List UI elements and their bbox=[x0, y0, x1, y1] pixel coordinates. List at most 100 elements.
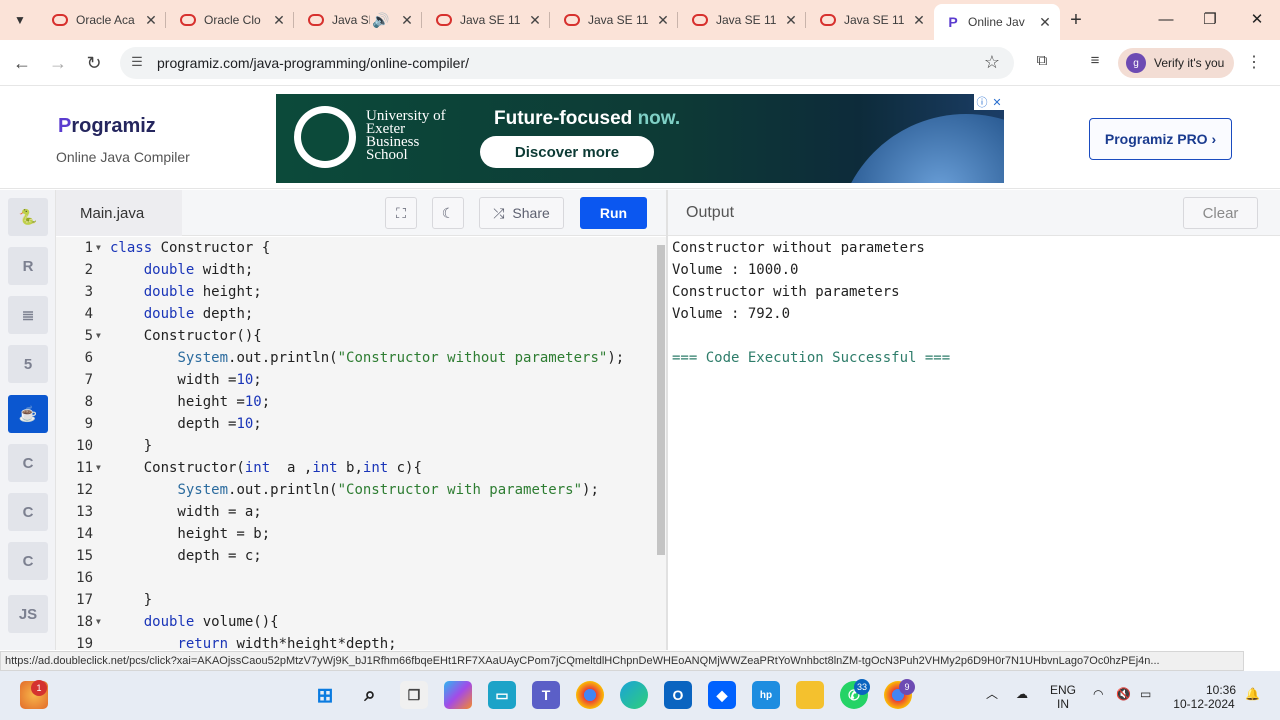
fold-arrow-icon[interactable]: ▼ bbox=[96, 457, 101, 479]
code-line[interactable]: 2 double width; bbox=[56, 259, 656, 281]
browser-tab[interactable]: Java SE 11 ✕ bbox=[808, 6, 934, 34]
code-line[interactable]: 15 depth = c; bbox=[56, 545, 656, 567]
javascript-icon[interactable]: JS bbox=[8, 595, 48, 633]
code-line[interactable]: 4 double depth; bbox=[56, 303, 656, 325]
code-line[interactable]: 5 ▼ Constructor(){ bbox=[56, 325, 656, 347]
code-editor[interactable]: 1 ▼ class Constructor { 2 double width; 3 … bbox=[56, 237, 667, 650]
fold-arrow-icon[interactable]: ▼ bbox=[96, 237, 101, 259]
speaker-muted-icon[interactable]: 🔇 bbox=[1116, 687, 1131, 701]
share-button[interactable]: ⤮ Share bbox=[479, 197, 564, 229]
programiz-logo[interactable]: Programiz bbox=[58, 115, 156, 138]
extensions-icon[interactable]: ⧉ bbox=[1031, 52, 1053, 74]
clock[interactable]: 10:36 10-12-2024 bbox=[1172, 683, 1236, 711]
code-line[interactable]: 14 height = b; bbox=[56, 523, 656, 545]
close-icon[interactable]: ✕ bbox=[398, 12, 416, 29]
media-control-icon[interactable]: ≡ bbox=[1084, 52, 1106, 74]
address-bar[interactable]: ☰ programiz.com/java-programming/online-… bbox=[120, 47, 1014, 79]
code-line[interactable]: 19 return width*height*depth; bbox=[56, 633, 656, 650]
close-icon[interactable]: ✕ bbox=[270, 12, 288, 29]
more-menu-icon[interactable]: ⋮ bbox=[1246, 52, 1262, 72]
python-icon[interactable]: 🐍 bbox=[8, 198, 48, 236]
cpp-language-icon[interactable]: C bbox=[8, 493, 48, 531]
verify-profile-button[interactable]: g Verify it's you bbox=[1118, 48, 1234, 78]
wifi-icon[interactable]: ◠ bbox=[1093, 687, 1103, 701]
close-icon[interactable]: ✕ bbox=[654, 12, 672, 29]
code-line[interactable]: 12 System.out.println("Constructor with … bbox=[56, 479, 656, 501]
windows-start-icon[interactable]: ⊞ bbox=[311, 681, 339, 709]
close-icon[interactable]: ✕ bbox=[910, 12, 928, 29]
window-close-icon[interactable]: ✕ bbox=[1245, 8, 1269, 32]
minimize-icon[interactable]: — bbox=[1154, 8, 1178, 32]
browser-tab[interactable]: Oracle Clo ✕ bbox=[168, 6, 294, 34]
code-line[interactable]: 10 } bbox=[56, 435, 656, 457]
outlook-icon[interactable]: O bbox=[664, 681, 692, 709]
code-line[interactable]: 11 ▼ Constructor(int a ,int b,int c){ bbox=[56, 457, 656, 479]
code-line[interactable]: 8 height =10; bbox=[56, 391, 656, 413]
language-indicator[interactable]: ENG IN bbox=[1050, 683, 1076, 711]
clear-button[interactable]: Clear bbox=[1183, 197, 1258, 229]
hp-icon[interactable]: hp bbox=[752, 681, 780, 709]
browser-tab[interactable]: Java SE 11 ✕ bbox=[552, 6, 678, 34]
c-language-icon[interactable]: C bbox=[8, 444, 48, 482]
onedrive-cloud-icon[interactable]: ☁ bbox=[1016, 687, 1028, 701]
ad-choices[interactable]: ⓘ ✕ bbox=[974, 94, 1004, 110]
teams-icon[interactable]: T bbox=[532, 681, 560, 709]
battery-icon[interactable]: ▭ bbox=[1140, 687, 1151, 701]
editor-scrollbar[interactable] bbox=[657, 245, 665, 555]
code-line[interactable]: 7 width =10; bbox=[56, 369, 656, 391]
code-line[interactable]: 13 width = a; bbox=[56, 501, 656, 523]
file-explorer-icon[interactable] bbox=[796, 681, 824, 709]
close-icon[interactable]: ✕ bbox=[526, 12, 544, 29]
show-hidden-icons-chevron-icon[interactable]: ︿ bbox=[986, 687, 998, 701]
dark-mode-moon-icon[interactable]: ☾ bbox=[432, 197, 464, 229]
browser-tab[interactable]: Java SE 11 ✕ bbox=[680, 6, 806, 34]
code-line[interactable]: 17 } bbox=[56, 589, 656, 611]
programiz-pro-button[interactable]: Programiz PRO › bbox=[1089, 118, 1232, 160]
ad-info-icon[interactable]: ⓘ bbox=[976, 94, 987, 110]
desktop-icon[interactable]: ▭ bbox=[488, 681, 516, 709]
advertisement-banner[interactable]: University of Exeter Business School Fut… bbox=[276, 94, 1004, 183]
reload-icon[interactable]: ↻ bbox=[82, 51, 106, 75]
restore-icon[interactable]: ❐ bbox=[1198, 8, 1222, 32]
code-line[interactable]: 6 System.out.println("Constructor withou… bbox=[56, 347, 656, 369]
csharp-language-icon[interactable]: C bbox=[8, 542, 48, 580]
speaker-icon[interactable]: 🔊 bbox=[370, 12, 392, 29]
browser-tab[interactable]: Oracle Aca ✕ bbox=[40, 6, 166, 34]
search-icon[interactable]: ⌕ bbox=[356, 681, 384, 709]
close-icon[interactable]: ✕ bbox=[782, 12, 800, 29]
ad-discover-button[interactable]: Discover more bbox=[480, 136, 654, 168]
site-info-icon[interactable]: ☰ bbox=[128, 54, 146, 72]
copilot-icon[interactable] bbox=[444, 681, 472, 709]
task-view-icon[interactable]: ❐ bbox=[400, 681, 428, 709]
bookmark-star-icon[interactable]: ☆ bbox=[984, 52, 1000, 73]
dropbox-icon[interactable]: ◆ bbox=[708, 681, 736, 709]
code-line[interactable]: 16 bbox=[56, 567, 656, 589]
edge-icon[interactable] bbox=[620, 681, 648, 709]
sql-database-icon[interactable]: ≣ bbox=[8, 296, 48, 334]
close-icon[interactable]: ✕ bbox=[142, 12, 160, 29]
file-tab[interactable]: Main.java bbox=[56, 190, 182, 236]
code-line[interactable]: 18 ▼ double volume(){ bbox=[56, 611, 656, 633]
fullscreen-icon[interactable]: ⛶ bbox=[385, 197, 417, 229]
fold-arrow-icon[interactable]: ▼ bbox=[96, 611, 101, 633]
close-icon[interactable]: ✕ bbox=[1036, 14, 1054, 31]
html5-icon[interactable]: 5 bbox=[8, 345, 48, 383]
tab-search-chevron-icon[interactable]: ▼ bbox=[8, 8, 32, 32]
notification-bell-icon[interactable]: 🔔 bbox=[1245, 687, 1260, 701]
r-language-icon[interactable]: R bbox=[8, 247, 48, 285]
browser-tab[interactable]: Java SE 11 ✕ bbox=[424, 6, 550, 34]
forward-arrow-icon[interactable]: → bbox=[46, 51, 70, 75]
ad-close-icon[interactable]: ✕ bbox=[992, 96, 1001, 109]
url-text[interactable]: programiz.com/java-programming/online-co… bbox=[157, 55, 469, 71]
fold-arrow-icon[interactable]: ▼ bbox=[96, 325, 101, 347]
browser-tab-active[interactable]: P Online Jav ✕ bbox=[934, 4, 1060, 40]
code-line[interactable]: 3 double height; bbox=[56, 281, 656, 303]
browser-tab[interactable]: Java SE 🔊 ✕ bbox=[296, 6, 422, 34]
back-arrow-icon[interactable]: ← bbox=[10, 51, 34, 75]
code-line[interactable]: 1 ▼ class Constructor { bbox=[56, 237, 656, 259]
java-icon[interactable]: ☕ bbox=[8, 395, 48, 433]
new-tab-plus-icon[interactable]: + bbox=[1064, 8, 1088, 32]
chrome-icon[interactable] bbox=[576, 681, 604, 709]
code-line[interactable]: 9 depth =10; bbox=[56, 413, 656, 435]
run-button[interactable]: Run bbox=[580, 197, 647, 229]
